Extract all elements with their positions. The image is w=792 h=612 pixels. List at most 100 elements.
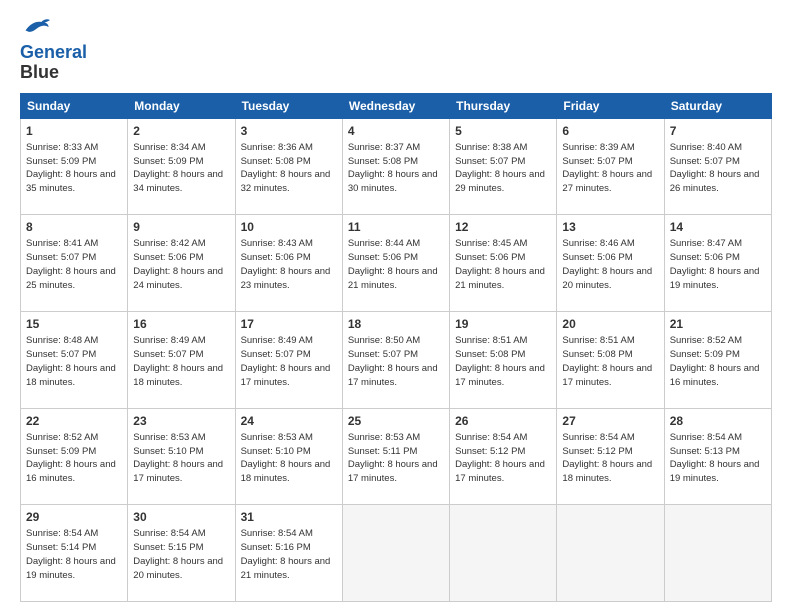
calendar-cell: 29 Sunrise: 8:54 AMSunset: 5:14 PMDaylig… [21, 505, 128, 602]
day-number: 15 [26, 316, 122, 332]
calendar-cell: 18 Sunrise: 8:50 AMSunset: 5:07 PMDaylig… [342, 311, 449, 408]
calendar-cell: 12 Sunrise: 8:45 AMSunset: 5:06 PMDaylig… [450, 215, 557, 312]
day-info: Sunrise: 8:41 AMSunset: 5:07 PMDaylight:… [26, 238, 116, 290]
weekday-header-saturday: Saturday [664, 93, 771, 118]
calendar-cell: 30 Sunrise: 8:54 AMSunset: 5:15 PMDaylig… [128, 505, 235, 602]
calendar-cell [664, 505, 771, 602]
day-number: 29 [26, 509, 122, 525]
day-number: 25 [348, 413, 444, 429]
calendar-cell [557, 505, 664, 602]
day-info: Sunrise: 8:53 AMSunset: 5:10 PMDaylight:… [133, 432, 223, 484]
day-info: Sunrise: 8:53 AMSunset: 5:10 PMDaylight:… [241, 432, 331, 484]
day-info: Sunrise: 8:52 AMSunset: 5:09 PMDaylight:… [26, 432, 116, 484]
calendar-cell: 16 Sunrise: 8:49 AMSunset: 5:07 PMDaylig… [128, 311, 235, 408]
day-number: 5 [455, 123, 551, 139]
day-number: 4 [348, 123, 444, 139]
weekday-header-tuesday: Tuesday [235, 93, 342, 118]
page: GeneralBlue SundayMondayTuesdayWednesday… [0, 0, 792, 612]
calendar-cell [450, 505, 557, 602]
day-number: 22 [26, 413, 122, 429]
calendar-cell: 14 Sunrise: 8:47 AMSunset: 5:06 PMDaylig… [664, 215, 771, 312]
day-number: 14 [670, 219, 766, 235]
day-number: 18 [348, 316, 444, 332]
calendar-cell: 26 Sunrise: 8:54 AMSunset: 5:12 PMDaylig… [450, 408, 557, 505]
day-number: 13 [562, 219, 658, 235]
day-number: 6 [562, 123, 658, 139]
day-info: Sunrise: 8:49 AMSunset: 5:07 PMDaylight:… [241, 335, 331, 387]
calendar-cell: 1 Sunrise: 8:33 AMSunset: 5:09 PMDayligh… [21, 118, 128, 215]
day-info: Sunrise: 8:33 AMSunset: 5:09 PMDaylight:… [26, 142, 116, 194]
day-info: Sunrise: 8:37 AMSunset: 5:08 PMDaylight:… [348, 142, 438, 194]
calendar-cell: 8 Sunrise: 8:41 AMSunset: 5:07 PMDayligh… [21, 215, 128, 312]
logo: GeneralBlue [20, 16, 87, 83]
day-info: Sunrise: 8:52 AMSunset: 5:09 PMDaylight:… [670, 335, 760, 387]
weekday-header-sunday: Sunday [21, 93, 128, 118]
weekday-header-thursday: Thursday [450, 93, 557, 118]
day-number: 16 [133, 316, 229, 332]
day-info: Sunrise: 8:53 AMSunset: 5:11 PMDaylight:… [348, 432, 438, 484]
day-number: 9 [133, 219, 229, 235]
calendar-week-row: 22 Sunrise: 8:52 AMSunset: 5:09 PMDaylig… [21, 408, 772, 505]
calendar-cell: 31 Sunrise: 8:54 AMSunset: 5:16 PMDaylig… [235, 505, 342, 602]
day-info: Sunrise: 8:54 AMSunset: 5:12 PMDaylight:… [562, 432, 652, 484]
calendar-cell: 7 Sunrise: 8:40 AMSunset: 5:07 PMDayligh… [664, 118, 771, 215]
day-info: Sunrise: 8:49 AMSunset: 5:07 PMDaylight:… [133, 335, 223, 387]
calendar-cell: 4 Sunrise: 8:37 AMSunset: 5:08 PMDayligh… [342, 118, 449, 215]
calendar-cell: 5 Sunrise: 8:38 AMSunset: 5:07 PMDayligh… [450, 118, 557, 215]
calendar-cell: 2 Sunrise: 8:34 AMSunset: 5:09 PMDayligh… [128, 118, 235, 215]
day-number: 1 [26, 123, 122, 139]
calendar-cell: 6 Sunrise: 8:39 AMSunset: 5:07 PMDayligh… [557, 118, 664, 215]
day-number: 23 [133, 413, 229, 429]
calendar-cell: 24 Sunrise: 8:53 AMSunset: 5:10 PMDaylig… [235, 408, 342, 505]
calendar-table: SundayMondayTuesdayWednesdayThursdayFrid… [20, 93, 772, 602]
day-info: Sunrise: 8:54 AMSunset: 5:15 PMDaylight:… [133, 528, 223, 580]
day-info: Sunrise: 8:34 AMSunset: 5:09 PMDaylight:… [133, 142, 223, 194]
weekday-header-row: SundayMondayTuesdayWednesdayThursdayFrid… [21, 93, 772, 118]
calendar-cell: 3 Sunrise: 8:36 AMSunset: 5:08 PMDayligh… [235, 118, 342, 215]
calendar-cell: 19 Sunrise: 8:51 AMSunset: 5:08 PMDaylig… [450, 311, 557, 408]
day-number: 10 [241, 219, 337, 235]
calendar-cell: 25 Sunrise: 8:53 AMSunset: 5:11 PMDaylig… [342, 408, 449, 505]
day-number: 30 [133, 509, 229, 525]
day-info: Sunrise: 8:50 AMSunset: 5:07 PMDaylight:… [348, 335, 438, 387]
day-info: Sunrise: 8:54 AMSunset: 5:12 PMDaylight:… [455, 432, 545, 484]
calendar-cell: 17 Sunrise: 8:49 AMSunset: 5:07 PMDaylig… [235, 311, 342, 408]
day-number: 3 [241, 123, 337, 139]
calendar-cell: 23 Sunrise: 8:53 AMSunset: 5:10 PMDaylig… [128, 408, 235, 505]
day-number: 21 [670, 316, 766, 332]
calendar-cell: 10 Sunrise: 8:43 AMSunset: 5:06 PMDaylig… [235, 215, 342, 312]
day-number: 8 [26, 219, 122, 235]
day-info: Sunrise: 8:48 AMSunset: 5:07 PMDaylight:… [26, 335, 116, 387]
day-info: Sunrise: 8:42 AMSunset: 5:06 PMDaylight:… [133, 238, 223, 290]
calendar-cell: 20 Sunrise: 8:51 AMSunset: 5:08 PMDaylig… [557, 311, 664, 408]
weekday-header-friday: Friday [557, 93, 664, 118]
weekday-header-wednesday: Wednesday [342, 93, 449, 118]
calendar-cell: 9 Sunrise: 8:42 AMSunset: 5:06 PMDayligh… [128, 215, 235, 312]
day-info: Sunrise: 8:47 AMSunset: 5:06 PMDaylight:… [670, 238, 760, 290]
day-info: Sunrise: 8:44 AMSunset: 5:06 PMDaylight:… [348, 238, 438, 290]
day-number: 7 [670, 123, 766, 139]
day-info: Sunrise: 8:54 AMSunset: 5:13 PMDaylight:… [670, 432, 760, 484]
calendar-cell: 27 Sunrise: 8:54 AMSunset: 5:12 PMDaylig… [557, 408, 664, 505]
day-info: Sunrise: 8:40 AMSunset: 5:07 PMDaylight:… [670, 142, 760, 194]
day-info: Sunrise: 8:51 AMSunset: 5:08 PMDaylight:… [455, 335, 545, 387]
day-number: 19 [455, 316, 551, 332]
calendar-cell: 22 Sunrise: 8:52 AMSunset: 5:09 PMDaylig… [21, 408, 128, 505]
header: GeneralBlue [20, 16, 772, 83]
calendar-week-row: 29 Sunrise: 8:54 AMSunset: 5:14 PMDaylig… [21, 505, 772, 602]
day-info: Sunrise: 8:51 AMSunset: 5:08 PMDaylight:… [562, 335, 652, 387]
calendar-cell: 28 Sunrise: 8:54 AMSunset: 5:13 PMDaylig… [664, 408, 771, 505]
logo-text: GeneralBlue [20, 43, 87, 83]
day-info: Sunrise: 8:43 AMSunset: 5:06 PMDaylight:… [241, 238, 331, 290]
calendar-week-row: 15 Sunrise: 8:48 AMSunset: 5:07 PMDaylig… [21, 311, 772, 408]
calendar-cell [342, 505, 449, 602]
day-number: 17 [241, 316, 337, 332]
calendar-week-row: 1 Sunrise: 8:33 AMSunset: 5:09 PMDayligh… [21, 118, 772, 215]
day-info: Sunrise: 8:39 AMSunset: 5:07 PMDaylight:… [562, 142, 652, 194]
day-info: Sunrise: 8:54 AMSunset: 5:14 PMDaylight:… [26, 528, 116, 580]
day-info: Sunrise: 8:45 AMSunset: 5:06 PMDaylight:… [455, 238, 545, 290]
day-number: 28 [670, 413, 766, 429]
day-number: 12 [455, 219, 551, 235]
day-info: Sunrise: 8:38 AMSunset: 5:07 PMDaylight:… [455, 142, 545, 194]
day-number: 2 [133, 123, 229, 139]
